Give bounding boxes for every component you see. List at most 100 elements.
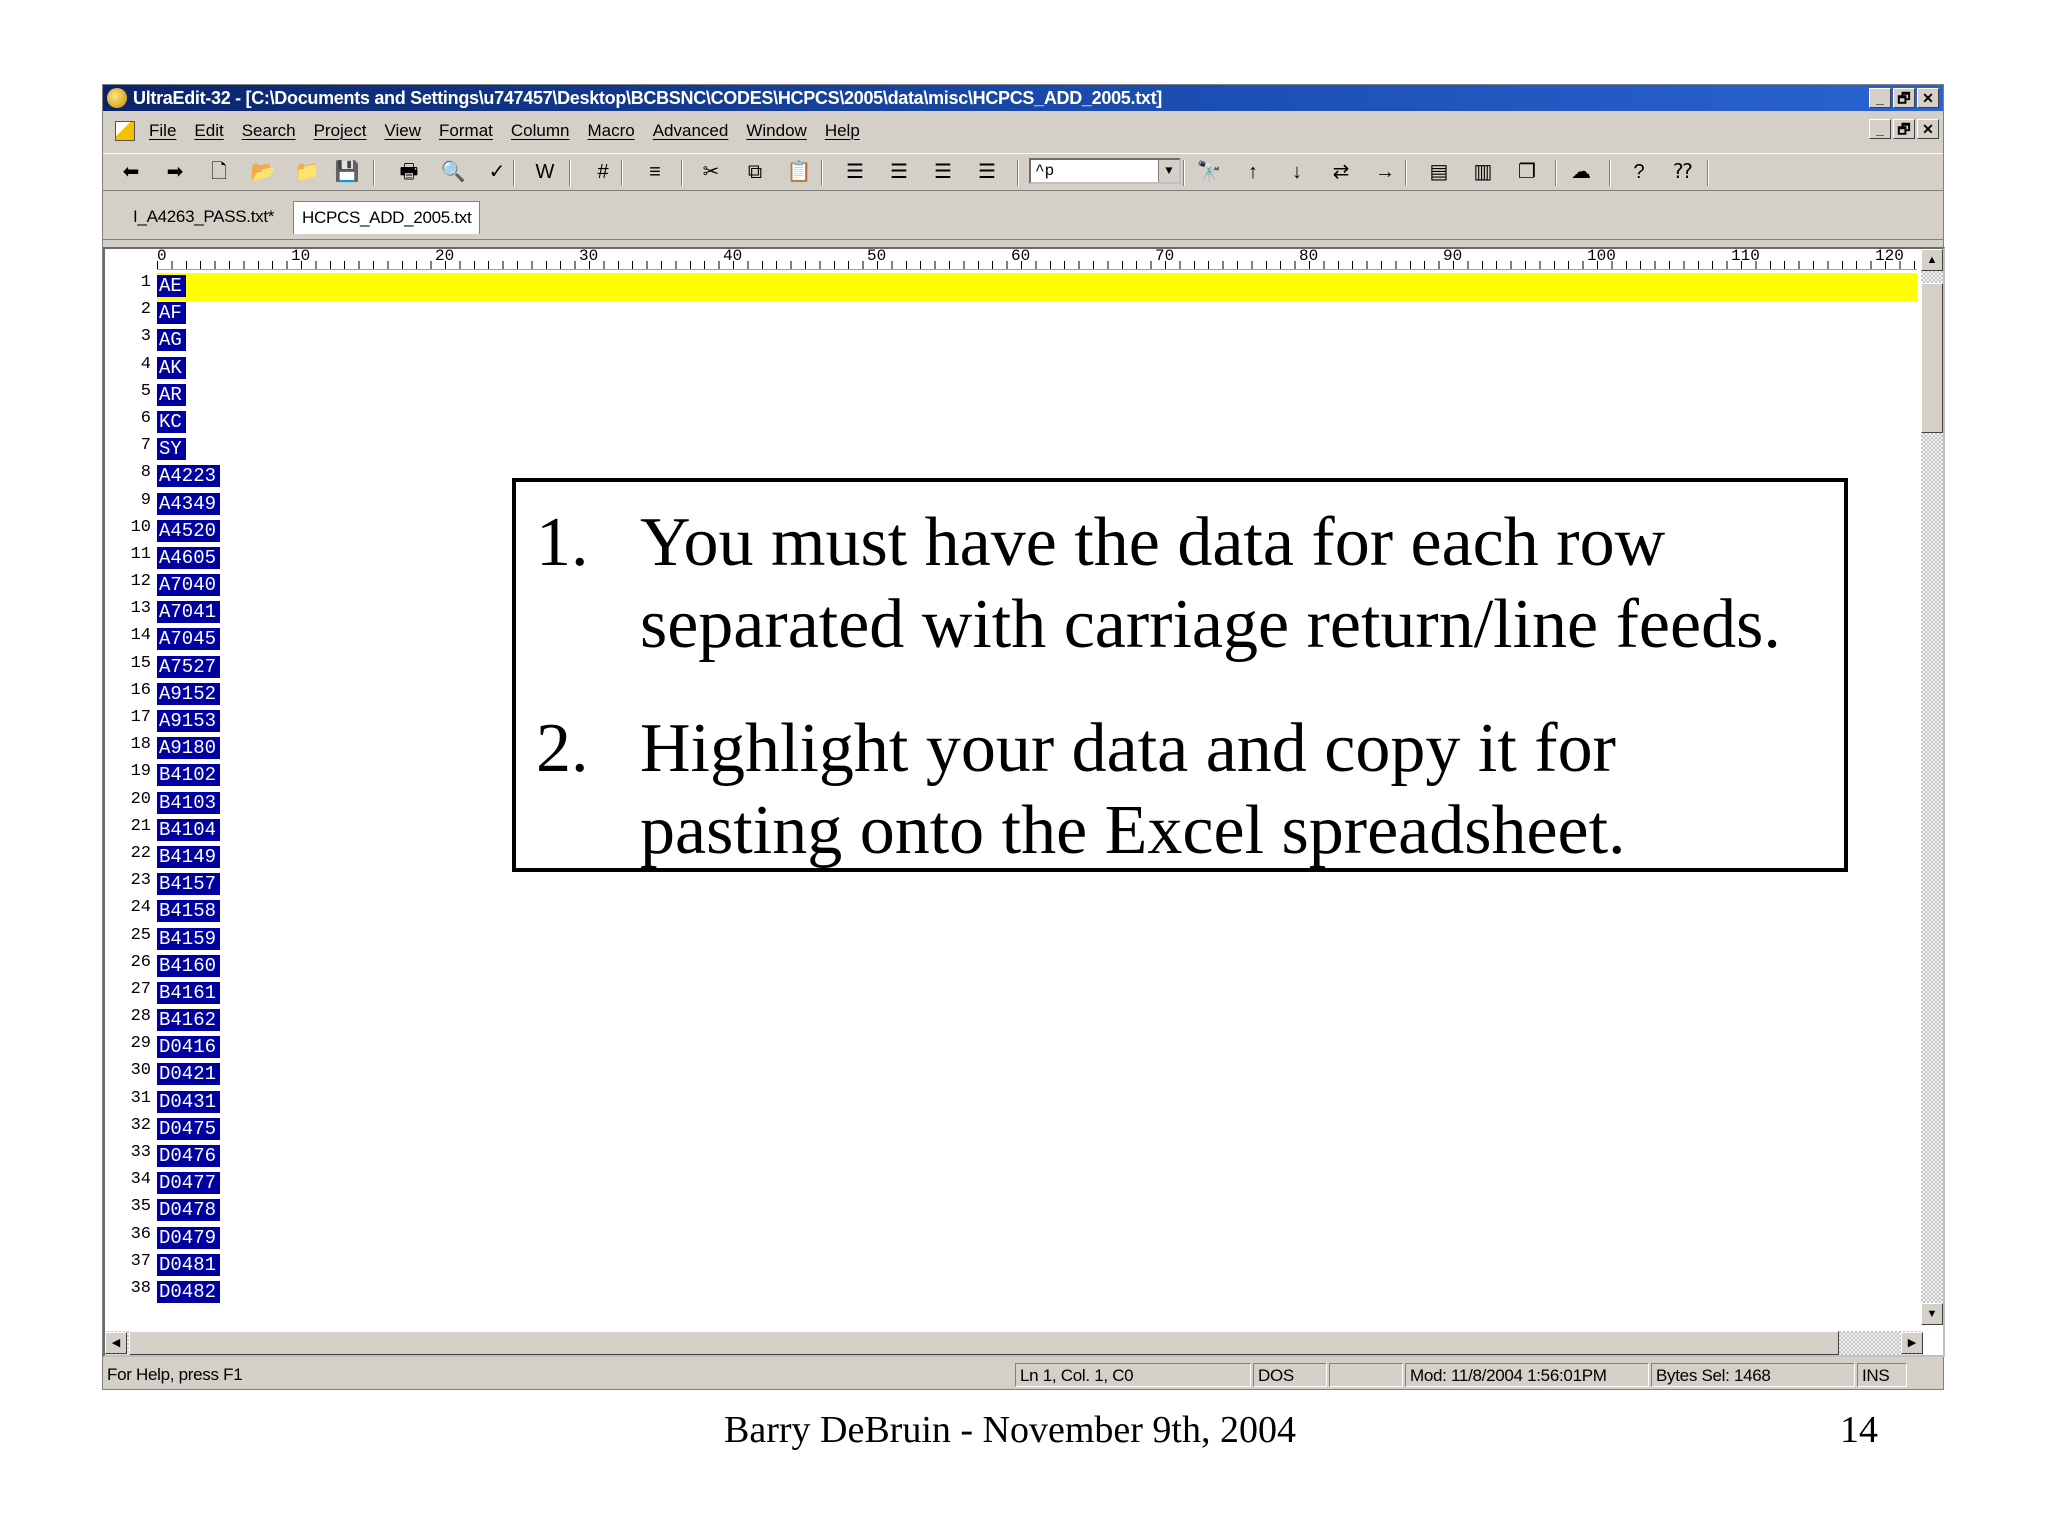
text-line[interactable]: B4104 bbox=[157, 817, 221, 844]
menu-item-advanced[interactable]: Advanced bbox=[653, 121, 729, 141]
text-line[interactable]: B4159 bbox=[157, 926, 221, 953]
text-line[interactable]: A9180 bbox=[157, 735, 221, 762]
text-lines[interactable]: AE AF AG AK AR KC SY A4223 A4349 A4520 A4605 A7040 A… bbox=[157, 273, 221, 1306]
text-line[interactable]: AK bbox=[157, 355, 220, 382]
help-icon[interactable]: ? bbox=[1625, 158, 1653, 186]
save-icon[interactable]: 💾 bbox=[333, 158, 361, 186]
menu-item-search[interactable]: Search bbox=[242, 121, 296, 141]
text-line[interactable]: B4103 bbox=[157, 790, 221, 817]
open-icon[interactable]: 📂 bbox=[249, 158, 277, 186]
menu-item-macro[interactable]: Macro bbox=[587, 121, 634, 141]
align-left-icon[interactable]: ☰ bbox=[841, 158, 869, 186]
text-line[interactable]: D0478 bbox=[157, 1197, 221, 1224]
align-center-icon[interactable]: ☰ bbox=[885, 158, 913, 186]
restore-button[interactable]: 🗗 bbox=[1893, 88, 1915, 108]
menu-item-window[interactable]: Window bbox=[746, 121, 806, 141]
text-line[interactable]: AF bbox=[157, 300, 220, 327]
text-line[interactable]: B4149 bbox=[157, 844, 221, 871]
cut-icon[interactable]: ✂ bbox=[697, 158, 725, 186]
text-line[interactable]: D0476 bbox=[157, 1143, 221, 1170]
document-icon[interactable] bbox=[115, 121, 135, 141]
text-line[interactable]: A4349 bbox=[157, 491, 221, 518]
text-line[interactable]: D0475 bbox=[157, 1116, 221, 1143]
scroll-up-icon[interactable]: ▲ bbox=[1921, 249, 1943, 271]
justify-icon[interactable]: ☰ bbox=[973, 158, 1001, 186]
horizontal-scroll-thumb[interactable] bbox=[129, 1331, 1839, 1355]
minimize-button[interactable]: _ bbox=[1869, 88, 1891, 108]
close-button[interactable]: ✕ bbox=[1917, 88, 1939, 108]
vertical-scroll-thumb[interactable] bbox=[1921, 283, 1943, 433]
menu-item-format[interactable]: Format bbox=[439, 121, 493, 141]
text-line[interactable]: SY bbox=[157, 436, 220, 463]
scroll-down-icon[interactable]: ▼ bbox=[1921, 1303, 1943, 1325]
chevron-down-icon[interactable]: ▼ bbox=[1158, 160, 1179, 182]
ftp-icon[interactable]: ☁ bbox=[1567, 158, 1595, 186]
open-folder-icon[interactable]: 📁 bbox=[293, 158, 321, 186]
menu-item-file[interactable]: File bbox=[149, 121, 176, 141]
title-bar[interactable]: UltraEdit-32 - [C:\Documents and Setting… bbox=[103, 85, 1943, 111]
text-line[interactable]: B4162 bbox=[157, 1007, 221, 1034]
text-line[interactable]: AE bbox=[157, 273, 220, 300]
text-line[interactable]: B4102 bbox=[157, 762, 221, 789]
doc-close-button[interactable]: ✕ bbox=[1917, 119, 1939, 139]
text-line[interactable]: A7041 bbox=[157, 599, 221, 626]
scroll-left-icon[interactable]: ◀ bbox=[105, 1332, 127, 1354]
hex-mode-icon[interactable]: # bbox=[589, 158, 617, 186]
horizontal-scrollbar[interactable]: ◀ ▶ bbox=[105, 1331, 1923, 1355]
paste-icon[interactable]: 📋 bbox=[785, 158, 813, 186]
copy-icon[interactable]: ⧉ bbox=[741, 158, 769, 186]
vertical-scrollbar[interactable]: ▲ ▼ bbox=[1921, 249, 1943, 1325]
text-line[interactable]: A7040 bbox=[157, 572, 221, 599]
text-line[interactable]: D0416 bbox=[157, 1034, 221, 1061]
split-v-icon[interactable]: ▥ bbox=[1469, 158, 1497, 186]
text-line[interactable]: B4157 bbox=[157, 871, 221, 898]
back-icon[interactable]: ⬅ bbox=[117, 158, 145, 186]
cascade-icon[interactable]: ❐ bbox=[1513, 158, 1541, 186]
text-line[interactable]: A7045 bbox=[157, 626, 221, 653]
goto-icon[interactable]: → bbox=[1371, 158, 1399, 186]
spell-check-icon[interactable]: ✓ bbox=[483, 158, 511, 186]
text-line[interactable]: AR bbox=[157, 382, 220, 409]
tab-hcpcs-add-2005[interactable]: HCPCS_ADD_2005.txt bbox=[293, 201, 481, 234]
menu-item-help[interactable]: Help bbox=[825, 121, 860, 141]
text-line[interactable]: A4223 bbox=[157, 463, 221, 490]
text-line[interactable]: AG bbox=[157, 327, 220, 354]
text-line[interactable]: D0477 bbox=[157, 1170, 221, 1197]
text-line[interactable]: D0482 bbox=[157, 1279, 221, 1306]
text-line[interactable]: D0421 bbox=[157, 1061, 221, 1088]
new-file-icon[interactable]: 🗋 bbox=[205, 158, 233, 186]
menu-item-project[interactable]: Project bbox=[314, 121, 367, 141]
print-preview-icon[interactable]: 🔍 bbox=[439, 158, 467, 186]
word-wrap-icon[interactable]: W bbox=[531, 158, 559, 186]
text-line[interactable]: B4160 bbox=[157, 953, 221, 980]
text-line[interactable]: D0481 bbox=[157, 1252, 221, 1279]
context-help-icon[interactable]: ⁇ bbox=[1669, 158, 1697, 186]
forward-icon[interactable]: ➡ bbox=[161, 158, 189, 186]
text-line[interactable]: D0479 bbox=[157, 1225, 221, 1252]
text-line[interactable]: A4520 bbox=[157, 518, 221, 545]
text-line[interactable]: A7527 bbox=[157, 654, 221, 681]
format-icon[interactable]: ≡ bbox=[641, 158, 669, 186]
find-prev-icon[interactable]: ↑ bbox=[1239, 158, 1267, 186]
split-h-icon[interactable]: ▤ bbox=[1425, 158, 1453, 186]
find-next-icon[interactable]: ↓ bbox=[1283, 158, 1311, 186]
ultraedit-app-icon[interactable] bbox=[107, 88, 127, 108]
doc-minimize-button[interactable]: _ bbox=[1869, 119, 1891, 139]
doc-restore-button[interactable]: 🗗 bbox=[1893, 119, 1915, 139]
text-line[interactable]: A4605 bbox=[157, 545, 221, 572]
text-line[interactable]: KC bbox=[157, 409, 220, 436]
text-line[interactable]: B4158 bbox=[157, 898, 221, 925]
align-right-icon[interactable]: ☰ bbox=[929, 158, 957, 186]
replace-icon[interactable]: ⇄ bbox=[1327, 158, 1355, 186]
tab-i-a4263-pass[interactable]: I_A4263_PASS.txt* bbox=[125, 201, 282, 233]
search-combo[interactable]: ^p ▼ bbox=[1029, 158, 1181, 184]
text-line[interactable]: A9153 bbox=[157, 708, 221, 735]
menu-item-view[interactable]: View bbox=[385, 121, 422, 141]
menu-item-edit[interactable]: Edit bbox=[194, 121, 223, 141]
scroll-right-icon[interactable]: ▶ bbox=[1901, 1332, 1923, 1354]
menu-item-column[interactable]: Column bbox=[511, 121, 570, 141]
print-icon[interactable]: 🖶 bbox=[395, 158, 423, 186]
find-icon[interactable]: 🔭 bbox=[1195, 158, 1223, 186]
text-line[interactable]: A9152 bbox=[157, 681, 221, 708]
text-line[interactable]: B4161 bbox=[157, 980, 221, 1007]
